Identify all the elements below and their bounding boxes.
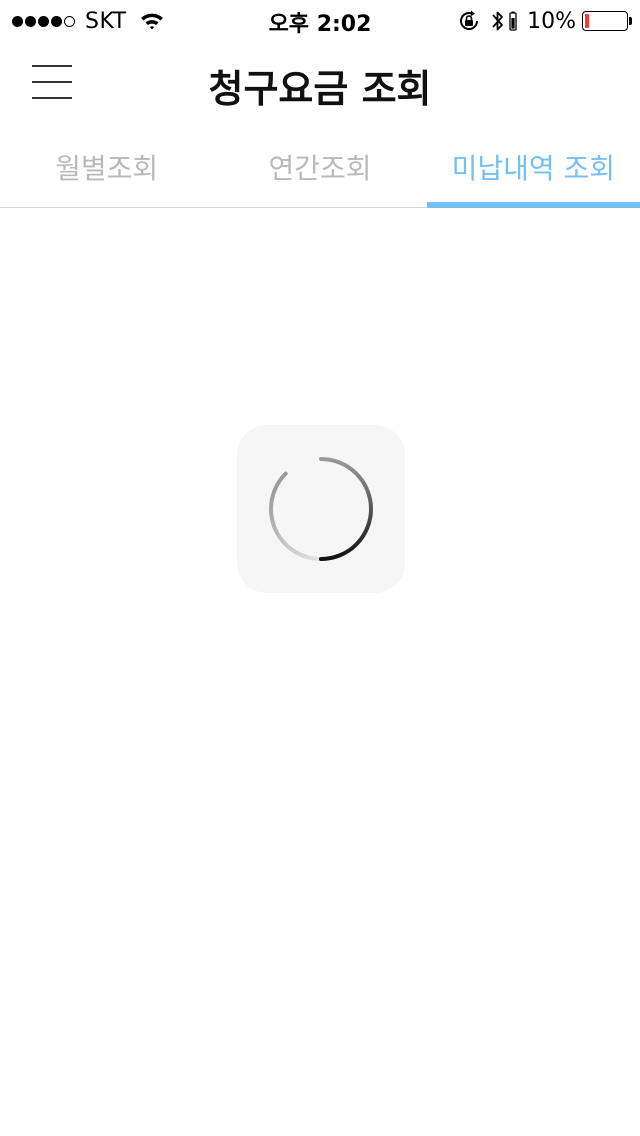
screen: SKT 오후 2:02 10% 청구요금 조회 월별조회 연간조회 미납내역 조… <box>0 0 640 1136</box>
bluetooth-icon <box>492 11 503 31</box>
spinner-icon <box>269 457 373 561</box>
battery-percent: 10% <box>527 8 576 34</box>
signal-dot <box>25 15 36 27</box>
signal-dot <box>64 15 75 27</box>
wifi-icon <box>140 13 163 30</box>
nav-bar: 청구요금 조회 <box>0 40 640 126</box>
page-title: 청구요금 조회 <box>208 67 432 111</box>
status-left: SKT <box>12 8 165 34</box>
tab-bar: 월별조회 연간조회 미납내역 조회 <box>0 126 640 208</box>
signal-strength-icon <box>12 15 77 27</box>
loading-indicator <box>237 425 405 593</box>
status-bar: SKT 오후 2:02 10% <box>0 0 640 40</box>
tab-unpaid[interactable]: 미납내역 조회 <box>426 126 640 208</box>
tab-annual[interactable]: 연간조회 <box>213 126 426 207</box>
rotation-lock-icon <box>460 10 479 30</box>
carrier-name: SKT <box>85 8 127 34</box>
battery-icon <box>582 11 632 31</box>
signal-dot <box>51 15 62 27</box>
tab-monthly[interactable]: 월별조회 <box>0 126 213 207</box>
status-right: 10% <box>457 8 632 34</box>
signal-dot <box>38 15 49 27</box>
battery-level <box>585 14 589 28</box>
bluetooth-battery-icon <box>509 11 517 31</box>
signal-dot <box>12 15 23 27</box>
